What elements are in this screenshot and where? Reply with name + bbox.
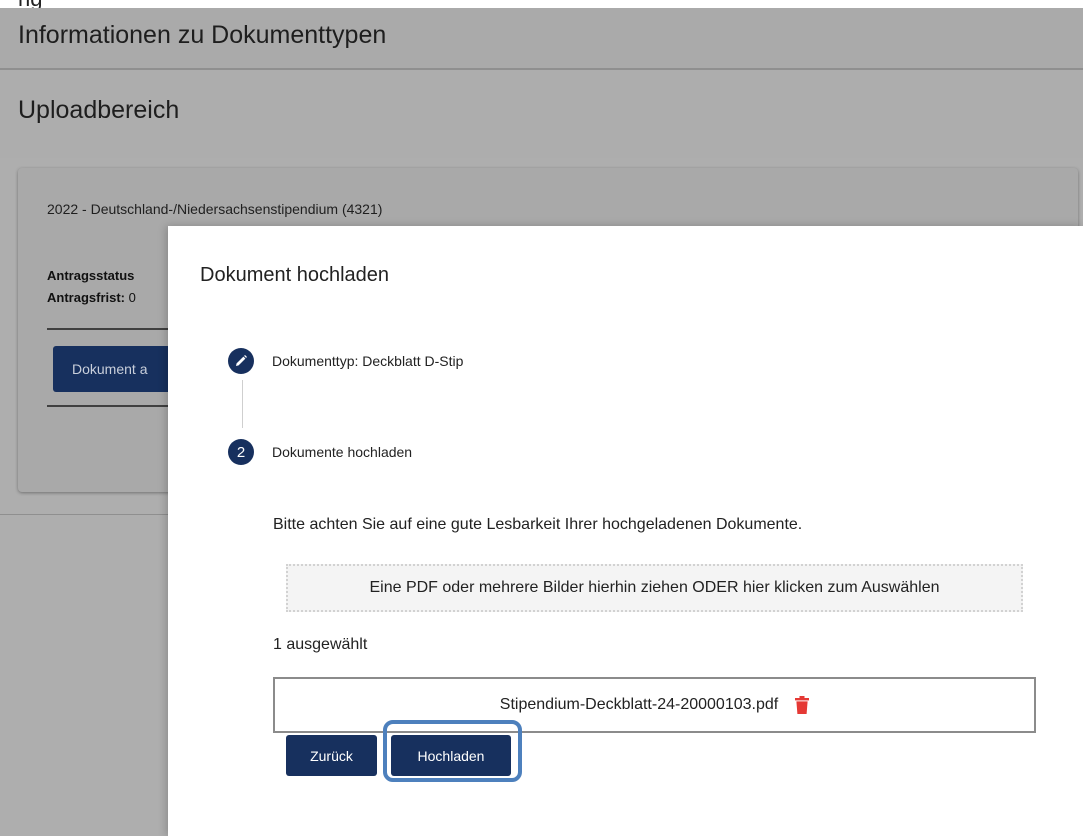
selected-count: 1 ausgewählt (273, 636, 368, 653)
dialog-title: Dokument hochladen (200, 264, 390, 286)
top-strip: ng (0, 0, 1083, 11)
upload-dialog: Dokument hochladen Dokumenttyp: Deckblat… (168, 226, 1083, 836)
doc-types-section-header[interactable]: Informationen zu Dokumenttypen (0, 8, 1083, 70)
upload-area-section-title: Uploadbereich (18, 96, 180, 124)
step-upload-documents: 2 Dokumente hochladen (228, 439, 412, 465)
doc-types-section-title: Informationen zu Dokumenttypen (18, 21, 387, 49)
upload-area-section-header: Uploadbereich (0, 70, 1083, 158)
step-connector (242, 380, 243, 428)
selected-file-name: Stipendium-Deckblatt-24-20000103.pdf (499, 696, 779, 713)
application-status-row: Antragsstatus (47, 268, 134, 283)
step-number-badge: 2 (228, 439, 254, 465)
back-button[interactable]: Zurück (286, 735, 377, 776)
application-deadline-label: Antragsfrist: (47, 290, 126, 305)
upload-button-highlight (383, 720, 522, 782)
step-upload-documents-label: Dokumente hochladen (272, 444, 413, 460)
application-deadline-row: Antragsfrist: 0 (47, 290, 136, 305)
application-status-label: Antragsstatus (47, 268, 135, 283)
pencil-icon (228, 348, 254, 374)
application-deadline-value: 0 (128, 290, 136, 305)
application-card-title: 2022 - Deutschland-/Niedersachsenstipend… (47, 201, 383, 217)
dropzone-label: Eine PDF oder mehrere Bilder hierhin zie… (369, 579, 940, 596)
step-document-type-label: Dokumenttyp: Deckblatt D-Stip (272, 353, 464, 369)
step-document-type[interactable]: Dokumenttyp: Deckblatt D-Stip (228, 348, 463, 374)
readability-hint: Bitte achten Sie auf eine gute Lesbarkei… (273, 516, 803, 533)
file-dropzone[interactable]: Eine PDF oder mehrere Bilder hierhin zie… (286, 564, 1023, 612)
trash-icon[interactable] (795, 696, 810, 714)
